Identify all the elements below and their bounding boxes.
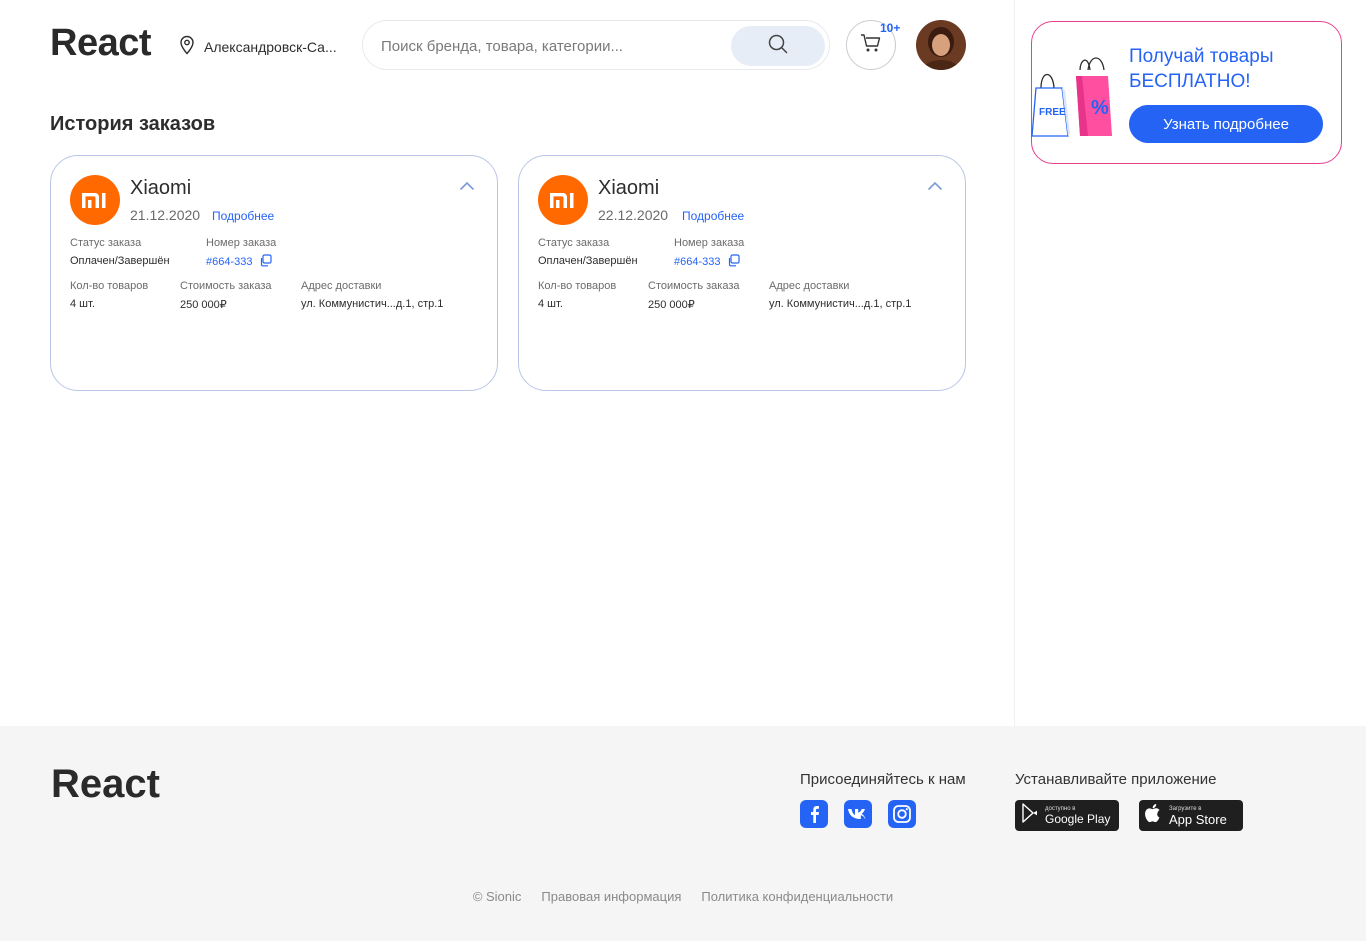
order-number[interactable]: #664-333 xyxy=(674,254,740,270)
chevron-up-icon[interactable] xyxy=(927,178,943,196)
xiaomi-logo-icon xyxy=(538,175,588,225)
copy-icon[interactable] xyxy=(259,254,272,270)
order-number-label: Номер заказа xyxy=(674,237,745,249)
address-label: Адрес доставки xyxy=(769,280,850,292)
order-date: 21.12.2020 xyxy=(130,207,201,223)
order-card: Xiaomi 21.12.2020 Подробнее Статус заказ… xyxy=(50,155,498,391)
status-label: Статус заказа xyxy=(70,237,142,249)
chevron-up-icon[interactable] xyxy=(459,178,475,196)
svg-text:%: % xyxy=(1091,97,1109,119)
page-title: История заказов xyxy=(50,113,216,135)
order-number[interactable]: #664-333 xyxy=(206,254,272,270)
status-label: Статус заказа xyxy=(538,237,610,249)
brand-name: Xiaomi xyxy=(130,177,192,199)
order-number-value: #664-333 xyxy=(206,256,253,268)
cost-value: 250 000₽ xyxy=(180,299,227,311)
app-store-button[interactable]: Загрузите в App Store xyxy=(1139,800,1243,831)
search-input[interactable] xyxy=(381,34,721,58)
promo-banner: % FREE Получай товары БЕСПЛАТНО! Узнать … xyxy=(1031,21,1342,164)
address-value: ул. Коммунистич...д.1, стр.1 xyxy=(301,298,444,310)
status-value: Оплачен/Завершён xyxy=(70,255,170,267)
copy-icon[interactable] xyxy=(727,254,740,270)
avatar[interactable] xyxy=(916,20,966,70)
search-bar xyxy=(362,20,830,70)
google-play-button[interactable]: доступно в Google Play xyxy=(1015,800,1119,831)
instagram-icon[interactable] xyxy=(888,800,916,828)
social-heading: Присоединяйтесь к нам xyxy=(800,771,966,788)
location-label: Александровск-Са... xyxy=(204,38,337,55)
status-value: Оплачен/Завершён xyxy=(538,255,638,267)
search-icon xyxy=(767,33,789,60)
cart-icon xyxy=(860,33,882,58)
cart-count-badge: 10+ xyxy=(880,21,901,35)
cost-value: 250 000₽ xyxy=(648,299,695,311)
details-link[interactable]: Подробнее xyxy=(212,209,274,223)
legal-link[interactable]: Правовая информация xyxy=(541,889,681,904)
quantity-value: 4 шт. xyxy=(538,298,563,310)
apps-heading: Устанавливайте приложение xyxy=(1015,771,1217,788)
location-pin-icon xyxy=(178,35,196,58)
privacy-link[interactable]: Политика конфиденциальности xyxy=(701,889,893,904)
cost-label: Стоимость заказа xyxy=(648,280,740,292)
quantity-label: Кол-во товаров xyxy=(70,280,149,292)
learn-more-button[interactable]: Узнать подробнее xyxy=(1129,105,1323,143)
quantity-value: 4 шт. xyxy=(70,298,95,310)
sidebar-divider xyxy=(1014,0,1015,726)
search-button[interactable] xyxy=(731,26,825,66)
address-label: Адрес доставки xyxy=(301,280,382,292)
svg-text:FREE: FREE xyxy=(1039,107,1066,118)
footer-logo[interactable]: React xyxy=(51,762,160,807)
order-card: Xiaomi 22.12.2020 Подробнее Статус заказ… xyxy=(518,155,966,391)
vk-icon[interactable] xyxy=(844,800,872,828)
xiaomi-logo-icon xyxy=(70,175,120,225)
logo[interactable]: React xyxy=(50,22,152,65)
google-play-icon xyxy=(1021,803,1039,828)
cost-label: Стоимость заказа xyxy=(180,280,272,292)
footer: React Присоединяйтесь к нам Устанавливай… xyxy=(0,726,1366,941)
order-date: 22.12.2020 xyxy=(598,207,669,223)
order-number-label: Номер заказа xyxy=(206,237,277,249)
address-value: ул. Коммунистич...д.1, стр.1 xyxy=(769,298,912,310)
footer-links: © Sionic Правовая информация Политика ко… xyxy=(0,889,1366,904)
details-link[interactable]: Подробнее xyxy=(682,209,744,223)
promo-text: Получай товары БЕСПЛАТНО! xyxy=(1129,46,1274,92)
shopping-bags-icon: % FREE xyxy=(1018,52,1114,143)
facebook-icon[interactable] xyxy=(800,800,828,828)
apple-icon xyxy=(1145,803,1163,828)
order-number-value: #664-333 xyxy=(674,256,721,268)
brand-name: Xiaomi xyxy=(598,177,660,199)
location-selector[interactable]: Александровск-Са... xyxy=(178,35,337,58)
quantity-label: Кол-во товаров xyxy=(538,280,617,292)
copyright: © Sionic xyxy=(472,889,522,904)
